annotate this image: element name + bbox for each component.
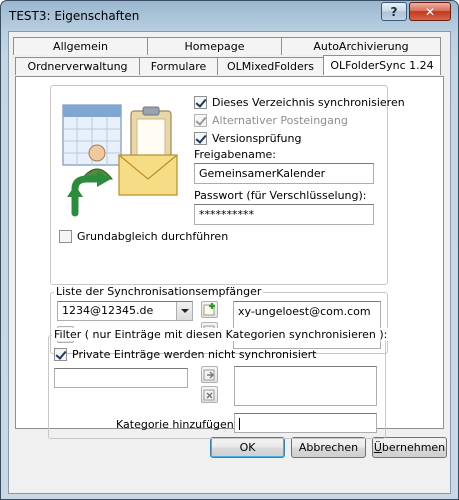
alt-inbox-label: Alternativer Posteingang: [212, 114, 348, 127]
password-input[interactable]: **********: [194, 204, 374, 225]
baseline-sync-checkbox[interactable]: [59, 230, 72, 243]
add-category-label: Kategorie hinzufügen:: [116, 418, 238, 431]
remove-icon: [203, 389, 215, 401]
cancel-button[interactable]: Abbrechen: [291, 437, 366, 458]
tab-allgemein[interactable]: Allgemein: [13, 37, 148, 55]
category-list[interactable]: [234, 366, 377, 406]
tab-label: AutoArchivierung: [313, 40, 409, 53]
password-value: **********: [199, 208, 254, 221]
category-filter-input[interactable]: [54, 368, 188, 388]
alt-inbox-checkbox[interactable]: [194, 114, 207, 127]
tab-autoarchivierung[interactable]: AutoArchivierung: [281, 37, 441, 55]
add-category-input[interactable]: [234, 413, 377, 433]
move-right-icon: [203, 369, 215, 381]
help-button[interactable]: ?: [381, 2, 407, 21]
share-name-input[interactable]: GemeinsamerKalender: [194, 163, 374, 184]
tab-label: Ordnerverwaltung: [27, 60, 128, 73]
baseline-sync-label: Grundabgleich durchführen: [77, 230, 229, 243]
help-icon: ?: [390, 4, 398, 19]
close-icon: ✕: [424, 4, 436, 19]
tab-label: Allgemein: [53, 40, 108, 53]
add-recipient-button[interactable]: [201, 301, 218, 318]
title-bar[interactable]: TEST3: Eigenschaften ? ✕: [1, 1, 458, 31]
version-check-label: Versionsprüfung: [212, 132, 302, 145]
alt-inbox-checkbox-row[interactable]: Alternativer Posteingang: [194, 114, 348, 127]
properties-dialog: TEST3: Eigenschaften ? ✕ Allgemein Homep…: [0, 0, 459, 500]
recipient-combobox[interactable]: 1234@12345.de: [57, 301, 193, 321]
remove-category-button[interactable]: [201, 386, 218, 403]
chevron-down-icon[interactable]: [176, 302, 192, 320]
list-item[interactable]: xy-ungeloest@com.com: [238, 305, 376, 318]
apply-button-label: Übernehmen: [374, 441, 445, 454]
recipient-combobox-value: 1234@12345.de: [62, 304, 154, 317]
apply-button[interactable]: Übernehmen: [372, 437, 447, 458]
tab-olfoldersync[interactable]: OLFolderSync 1.24: [323, 55, 441, 75]
sync-folder-checkbox-row[interactable]: Dieses Verzeichnis synchronisieren: [194, 96, 405, 109]
baseline-sync-checkbox-row[interactable]: Grundabgleich durchführen: [59, 230, 228, 243]
tab-formulare[interactable]: Formulare: [139, 57, 218, 75]
apply-mnemonic: Ü: [373, 441, 382, 454]
share-name-value: GemeinsamerKalender: [199, 167, 326, 180]
tab-label: OLMixedFolders: [227, 60, 314, 73]
tab-homepage[interactable]: Homepage: [147, 37, 282, 55]
tab-label: OLFolderSync 1.24: [330, 59, 434, 72]
sync-illustration-icon: [62, 104, 178, 217]
private-entries-checkbox[interactable]: [54, 348, 67, 361]
text-cursor: [239, 418, 240, 430]
share-name-label: Freigabename:: [194, 148, 277, 161]
sync-options-group: Dieses Verzeichnis synchronisieren Alter…: [50, 85, 405, 285]
cancel-button-label: Abbrechen: [298, 441, 359, 454]
recipients-group-label: Liste der Synchronisationsempfänger: [54, 285, 264, 298]
sync-folder-checkbox[interactable]: [194, 96, 207, 109]
tab-label: Homepage: [184, 40, 245, 53]
version-check-checkbox-row[interactable]: Versionsprüfung: [194, 132, 301, 145]
apply-rest: bernehmen: [381, 441, 446, 454]
move-category-button[interactable]: [201, 366, 218, 383]
private-entries-checkbox-row[interactable]: Private Einträge werden nicht synchronis…: [54, 348, 316, 361]
tab-label: Formulare: [150, 60, 207, 73]
window-title: TEST3: Eigenschaften: [9, 9, 140, 23]
version-check-checkbox[interactable]: [194, 132, 207, 145]
filter-group-label: Filter ( nur Einträge mit diesen Kategor…: [52, 328, 390, 341]
ok-button-label: OK: [239, 441, 256, 454]
tab-ordnerverwaltung[interactable]: Ordnerverwaltung: [15, 57, 140, 75]
filter-group: Filter ( nur Einträge mit diesen Kategor…: [48, 328, 390, 439]
close-button[interactable]: ✕: [409, 2, 451, 21]
ok-button[interactable]: OK: [210, 437, 285, 458]
password-label: Passwort (für Verschlüsselung):: [194, 189, 367, 202]
tab-olmixedfolders[interactable]: OLMixedFolders: [217, 57, 324, 75]
private-entries-label: Private Einträge werden nicht synchronis…: [72, 348, 317, 361]
add-icon: [203, 303, 215, 316]
sync-folder-label: Dieses Verzeichnis synchronisieren: [212, 96, 405, 109]
